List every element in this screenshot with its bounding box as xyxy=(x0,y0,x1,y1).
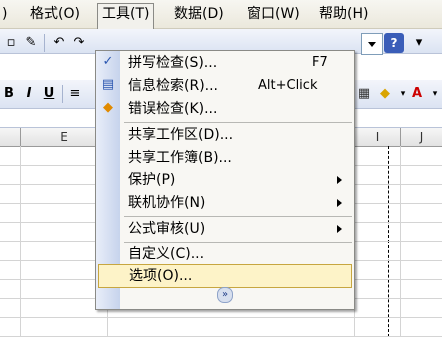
menu-item-label: 拼写检查(S)... xyxy=(128,55,218,71)
menu-item-label: 错误检查(K)... xyxy=(128,101,218,117)
bold-button[interactable]: B xyxy=(0,85,18,103)
menu-item-label: 选项(O)... xyxy=(129,268,193,284)
menu-tools[interactable]: 工具(T) xyxy=(97,3,155,29)
menu-item-options[interactable]: 选项(O)... xyxy=(98,264,352,288)
menu-window[interactable]: 窗口(W) xyxy=(243,4,304,24)
menu-item-label: 共享工作簿(B)... xyxy=(128,150,232,166)
menu-item-customize[interactable]: 自定义(C)... xyxy=(96,243,354,265)
column-header-partial[interactable] xyxy=(0,128,21,147)
menu-item-label: 保护(P) xyxy=(128,172,176,188)
menu-item-label: 联机协作(N) xyxy=(128,195,206,211)
menu-item-online-collaboration[interactable]: 联机协作(N) xyxy=(96,192,354,214)
menu-separator xyxy=(124,216,352,217)
underline-button[interactable]: U xyxy=(40,85,58,103)
borders-icon[interactable]: ▦ xyxy=(355,85,373,103)
submenu-arrow-icon xyxy=(337,225,342,233)
expand-menu-chevron-icon[interactable]: » xyxy=(217,287,233,303)
help-button[interactable]: ? xyxy=(384,33,404,53)
menu-item-label: 公式审核(U) xyxy=(128,221,206,237)
column-header-j[interactable]: J xyxy=(401,128,442,147)
menu-item-label: 共享工作区(D)... xyxy=(128,127,234,143)
grid-line xyxy=(0,317,442,318)
menu-separator xyxy=(124,122,352,123)
submenu-arrow-icon xyxy=(337,199,342,207)
format-painter-icon[interactable]: ✎ xyxy=(22,34,40,52)
menu-item-label: 自定义(C)... xyxy=(128,246,205,262)
menu-item-formula-auditing[interactable]: 公式审核(U) xyxy=(96,218,354,240)
menu-item-label: 信息检索(R)... xyxy=(128,78,219,94)
menu-item-error-check[interactable]: ◆ 错误检查(K)... xyxy=(96,98,354,120)
undo-icon[interactable]: ↶ xyxy=(50,34,68,52)
submenu-arrow-icon xyxy=(337,176,342,184)
menu-item-shortcut: F7 xyxy=(312,55,328,70)
column-header-i[interactable]: I xyxy=(355,128,401,147)
toolbar-options-icon[interactable]: ▾ xyxy=(410,34,428,52)
menu-format[interactable]: 格式(O) xyxy=(26,4,84,24)
menu-item-research[interactable]: ▤ 信息检索(R)... Alt+Click xyxy=(96,75,354,97)
spell-check-icon: ✓ xyxy=(102,54,114,69)
redo-icon[interactable]: ↷ xyxy=(70,34,88,52)
menu-item-protection[interactable]: 保护(P) xyxy=(96,169,354,191)
font-color-dropdown-icon[interactable]: ▾ xyxy=(426,85,442,103)
toolbar-separator xyxy=(44,34,45,52)
zoom-dropdown[interactable] xyxy=(361,33,383,55)
toolbar-icon[interactable]: ▫ xyxy=(2,34,20,52)
italic-button[interactable]: I xyxy=(20,85,38,103)
menu-bar: ) 格式(O) 工具(T) 数据(D) 窗口(W) 帮助(H) xyxy=(0,0,442,29)
toolbar-separator xyxy=(62,85,63,103)
error-check-icon: ◆ xyxy=(103,100,113,115)
menu-help[interactable]: 帮助(H) xyxy=(315,4,372,24)
menu-item-shared-workspace[interactable]: 共享工作区(D)... xyxy=(96,124,354,146)
menu-item-shortcut: Alt+Click xyxy=(258,78,318,93)
align-left-icon[interactable]: ≡ xyxy=(66,85,84,103)
menu-data[interactable]: 数据(D) xyxy=(170,4,228,24)
research-icon: ▤ xyxy=(101,77,115,92)
menu-item-partial[interactable]: ) xyxy=(0,4,11,24)
menu-item-share-workbook[interactable]: 共享工作簿(B)... xyxy=(96,147,354,169)
tools-menu: ✓ 拼写检查(S)... F7 ▤ 信息检索(R)... Alt+Click ◆… xyxy=(95,50,355,310)
font-color-icon[interactable]: A xyxy=(408,85,426,103)
fill-color-icon[interactable]: ◆ xyxy=(376,85,394,103)
menu-item-spell-check[interactable]: ✓ 拼写检查(S)... F7 xyxy=(96,52,354,74)
